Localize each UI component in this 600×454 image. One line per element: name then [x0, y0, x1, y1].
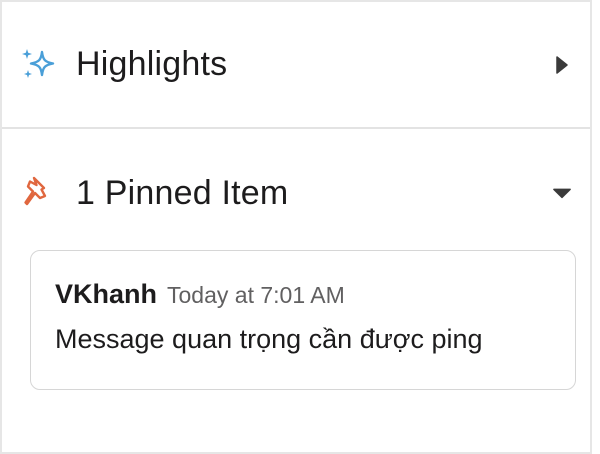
pinned-items-section[interactable]: 1 Pinned Item [2, 129, 590, 257]
highlights-section[interactable]: Highlights [2, 2, 590, 129]
message-text: Message quan trọng cần được ping [55, 324, 483, 354]
pinned-message-card[interactable]: VKhanh Today at 7:01 AM Message quan trọ… [30, 250, 576, 390]
caret-down-icon[interactable] [552, 183, 572, 203]
pinned-items-title: 1 Pinned Item [76, 173, 289, 212]
message-meta: VKhanh Today at 7:01 AM [55, 279, 551, 310]
message-author[interactable]: VKhanh [55, 279, 157, 310]
channel-details-panel: Highlights 1 Pinned Item VKhanh Today at… [0, 0, 592, 454]
highlights-title: Highlights [76, 45, 228, 83]
message-timestamp[interactable]: Today at 7:01 AM [167, 282, 345, 309]
caret-right-icon[interactable] [552, 55, 572, 75]
pin-icon [20, 173, 60, 213]
sparkles-icon [20, 45, 60, 85]
